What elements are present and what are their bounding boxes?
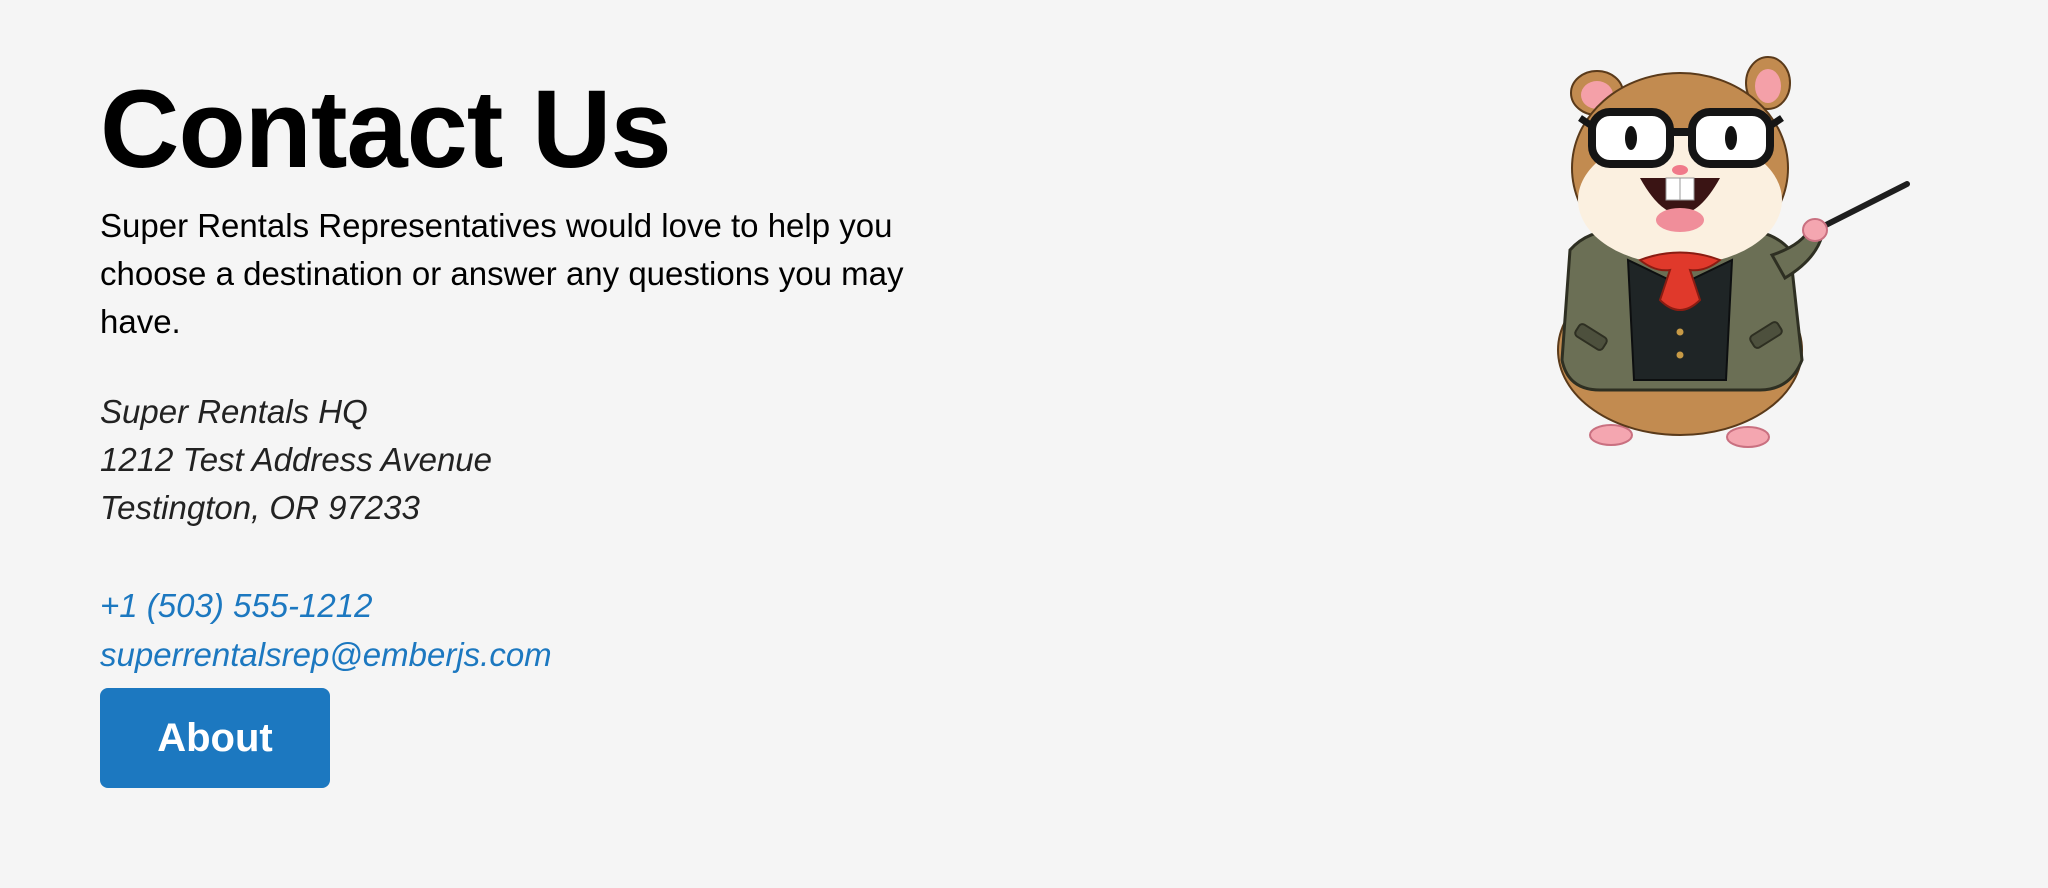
phone-link[interactable]: +1 (503) 555-1212 bbox=[100, 581, 372, 630]
about-button[interactable]: About bbox=[100, 688, 330, 788]
email-link[interactable]: superrentalsrep@emberjs.com bbox=[100, 630, 552, 679]
address-block: Super Rentals HQ 1212 Test Address Avenu… bbox=[100, 388, 1300, 532]
page-title: Contact Us bbox=[100, 68, 672, 191]
intro-text: Super Rentals Representatives would love… bbox=[100, 207, 904, 340]
address-line-name: Super Rentals HQ bbox=[100, 393, 368, 430]
contact-page: Contact Us Super Rentals Representatives… bbox=[0, 0, 2048, 888]
tomster-mascot-image bbox=[1557, 56, 1910, 448]
contact-content: Contact Us Super Rentals Representatives… bbox=[100, 60, 1300, 679]
address-line-city: Testington, OR 97233 bbox=[100, 489, 420, 526]
contact-links: +1 (503) 555-1212 superrentalsrep@emberj… bbox=[100, 581, 1300, 679]
address-line-street: 1212 Test Address Avenue bbox=[100, 441, 493, 478]
